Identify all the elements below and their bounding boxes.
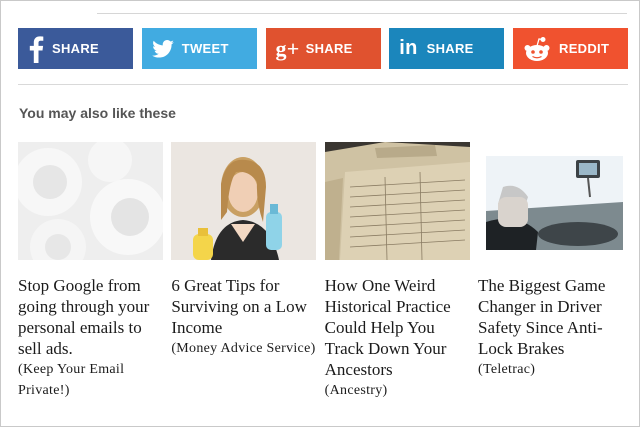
linkedin-share-label: SHARE — [426, 41, 474, 56]
card-source: (Ancestry) — [324, 383, 388, 398]
share-bar: SHARE TWEET g+ SHARE in SHARE REDDIT — [18, 28, 628, 69]
facebook-icon — [28, 28, 44, 69]
related-card[interactable]: Stop Google from going through your pers… — [18, 142, 163, 401]
card-title[interactable]: How One Weird Historical Practice Could … — [325, 275, 470, 380]
twitter-icon — [151, 28, 174, 69]
reddit-share-label: REDDIT — [559, 41, 610, 56]
reddit-share-button[interactable]: REDDIT — [513, 28, 628, 69]
google-plus-share-label: SHARE — [305, 41, 353, 56]
reddit-icon — [523, 28, 551, 69]
card-thumbnail-documents-photo[interactable] — [324, 142, 470, 260]
related-card[interactable]: The Biggest Game Changer in Driver Safet… — [477, 142, 623, 401]
google-plus-icon: g+ — [275, 35, 300, 61]
card-thumbnail-woman-photo[interactable] — [171, 142, 317, 260]
card-source: (Keep Your Email Private!) — [18, 362, 125, 398]
card-title[interactable]: Stop Google from going through your pers… — [18, 275, 163, 359]
related-section-title: You may also like these — [19, 105, 176, 121]
top-divider — [97, 13, 627, 14]
card-source: (Money Advice Service) — [171, 341, 316, 356]
related-card[interactable]: How One Weird Historical Practice Could … — [324, 142, 470, 401]
linkedin-icon: in — [399, 37, 418, 59]
twitter-share-label: TWEET — [181, 41, 229, 56]
twitter-share-button[interactable]: TWEET — [141, 28, 257, 69]
google-plus-share-button[interactable]: g+ SHARE — [265, 28, 381, 69]
card-thumbnail-placeholder[interactable] — [18, 142, 163, 260]
related-card[interactable]: 6 Great Tips for Surviving on a Low Inco… — [171, 142, 317, 401]
related-cards: Stop Google from going through your pers… — [18, 142, 623, 401]
facebook-share-button[interactable]: SHARE — [18, 28, 133, 69]
card-title[interactable]: 6 Great Tips for Surviving on a Low Inco… — [171, 275, 316, 338]
section-divider — [18, 84, 628, 85]
facebook-share-label: SHARE — [52, 41, 100, 56]
card-thumbnail-driving-photo[interactable] — [477, 142, 623, 260]
card-title[interactable]: The Biggest Game Changer in Driver Safet… — [478, 275, 623, 359]
linkedin-share-button[interactable]: in SHARE — [389, 28, 505, 69]
card-source: (Teletrac) — [477, 362, 536, 377]
